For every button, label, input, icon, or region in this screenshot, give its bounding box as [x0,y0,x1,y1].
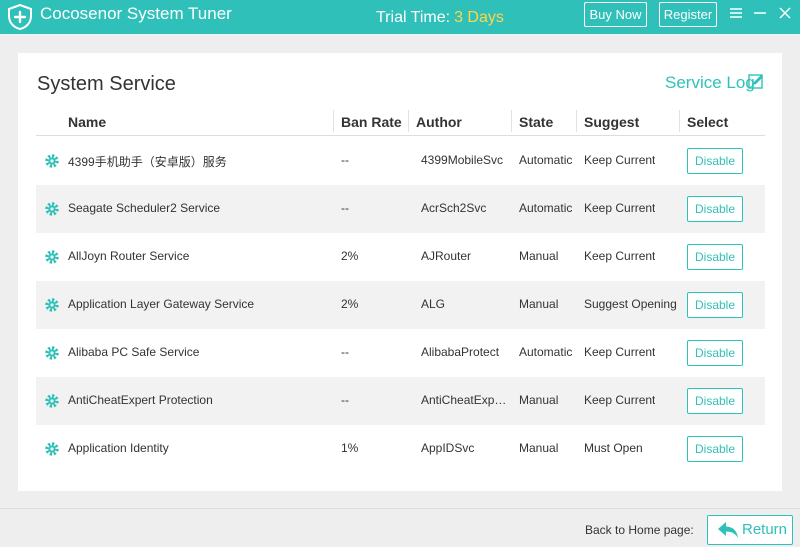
gear-icon [45,154,59,168]
author: AntiCheatExper... [421,393,511,407]
ban-rate: 1% [341,441,359,455]
column-divider [408,110,409,132]
suggest: Keep Current [584,249,656,263]
service-name: 4399手机助手（安卓版）服务 [68,155,227,169]
close-icon[interactable] [778,6,792,20]
author: AcrSch2Svc [421,201,487,215]
column-divider [511,110,512,132]
return-label: Return [742,521,788,538]
state: Manual [519,393,559,407]
service-name: Application Layer Gateway Service [68,297,255,311]
edit-icon[interactable] [748,73,764,89]
service-name: Application Identity [68,441,169,455]
service-log-link[interactable]: Service Log [665,73,755,93]
state: Manual [519,441,559,455]
ban-rate: -- [341,345,349,359]
app-title: Cocosenor System Tuner [40,4,232,23]
trial-time: Trial Time: 3 Days [376,8,504,28]
gear-icon [45,346,59,360]
author: AppIDSvc [421,441,475,455]
ban-rate: -- [341,153,349,167]
disable-button[interactable]: Disable [687,292,743,318]
ban-rate: 2% [341,297,359,311]
table-row: 4399手机助手（安卓版）服务 -- 4399MobileSvc Automat… [36,137,765,185]
footer-divider [0,508,800,509]
disable-button[interactable]: Disable [687,196,743,222]
back-to-home-label: Back to Home page: [585,523,694,537]
table-row: Alibaba PC Safe Service -- AlibabaProtec… [36,329,765,377]
return-button[interactable]: Return [707,515,793,545]
minimize-icon[interactable] [753,6,767,20]
suggest: Suggest Opening [584,297,677,311]
suggest: Keep Current [584,345,656,359]
suggest: Must Open [584,441,643,455]
ban-rate: 2% [341,249,359,263]
disable-button[interactable]: Disable [687,340,743,366]
column-header-state: State [519,114,554,130]
column-header-name: Name [68,114,107,130]
gear-icon [45,250,59,264]
service-name: Alibaba PC Safe Service [68,345,200,359]
shield-plus-icon [8,3,32,31]
author: ALG [421,297,446,311]
gear-icon [45,394,59,408]
table-row: AllJoyn Router Service 2% AJRouter Manua… [36,233,765,281]
table-row: AntiCheatExpert Protection -- AntiCheatE… [36,377,765,425]
table-header: Name Ban Rate Author State Suggest Selec… [36,108,765,136]
author: AJRouter [421,249,472,263]
table-row: Application Layer Gateway Service 2% ALG… [36,281,765,329]
author: AlibabaProtect [421,345,500,359]
gear-icon [45,202,59,216]
gear-icon [45,442,59,456]
table-row: Application Identity 1% AppIDSvc Manual … [36,425,765,473]
ban-rate: -- [341,201,349,215]
register-button[interactable]: Register [659,2,717,27]
trial-label: Trial Time: [376,9,451,26]
column-divider [576,110,577,132]
suggest: Keep Current [584,393,656,407]
state: Automatic [519,201,573,215]
column-divider [333,110,334,132]
suggest: Keep Current [584,201,656,215]
service-name: AllJoyn Router Service [68,249,190,263]
table-row: Seagate Scheduler2 Service -- AcrSch2Svc… [36,185,765,233]
column-header-select: Select [687,114,729,130]
state: Manual [519,249,559,263]
state: Automatic [519,153,573,167]
disable-button[interactable]: Disable [687,148,743,174]
system-service-panel: System Service Service Log Name Ban Rate… [18,53,782,491]
return-arrow-icon [718,522,738,538]
suggest: Keep Current [584,153,656,167]
trial-days: 3 Days [454,9,504,26]
column-header-ban-rate: Ban Rate [341,114,402,130]
buy-now-button[interactable]: Buy Now [584,2,647,27]
disable-button[interactable]: Disable [687,436,743,462]
state: Manual [519,297,559,311]
menu-icon[interactable] [729,6,743,20]
gear-icon [45,298,59,312]
page-title: System Service [37,73,176,95]
state: Automatic [519,345,573,359]
title-bar: Cocosenor System Tuner Trial Time: 3 Days… [0,0,800,34]
ban-rate: -- [341,393,349,407]
disable-button[interactable]: Disable [687,244,743,270]
service-name: Seagate Scheduler2 Service [68,201,221,215]
service-name: AntiCheatExpert Protection [68,393,213,407]
disable-button[interactable]: Disable [687,388,743,414]
author: 4399MobileSvc [421,153,504,167]
column-divider [679,110,680,132]
column-header-author: Author [416,114,462,130]
column-header-suggest: Suggest [584,114,640,130]
